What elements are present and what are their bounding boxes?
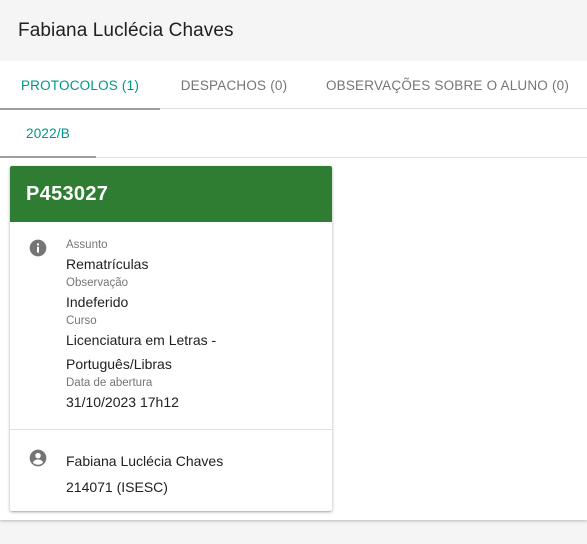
student-name-title: Fabiana Luclécia Chaves — [18, 19, 234, 41]
account-circle-icon — [29, 449, 47, 467]
field-label-curso: Curso — [66, 315, 97, 327]
tab-semester-2022b[interactable]: 2022/B — [0, 109, 96, 158]
field-label-data-abertura: Data de abertura — [66, 377, 153, 389]
field-label-observacao: Observação — [66, 277, 129, 289]
field-label-assunto: Assunto — [66, 239, 108, 251]
protocol-list: P453027 Assunto Rematrículas Observação … — [0, 158, 587, 520]
field-value-curso: Licenciatura em Letras - Português/Libra… — [66, 332, 217, 372]
requester-fields: Fabiana Luclécia Chaves 214071 (ISESC) — [66, 448, 223, 500]
requester-id: 214071 (ISESC) — [66, 479, 168, 495]
field-value-assunto: Rematrículas — [66, 256, 149, 272]
panel-header: Fabiana Luclécia Chaves — [0, 0, 587, 61]
protocol-card-header: P453027 — [10, 166, 332, 222]
requester-name: Fabiana Luclécia Chaves — [66, 453, 224, 469]
info-circle-icon — [29, 239, 47, 257]
protocol-details: Assunto Rematrículas Observação Indeferi… — [10, 222, 332, 430]
protocol-requester: Fabiana Luclécia Chaves 214071 (ISESC) — [10, 430, 332, 500]
tab-observacoes[interactable]: OBSERVAÇÕES SOBRE O ALUNO (0) — [308, 61, 587, 109]
protocol-card: P453027 Assunto Rematrículas Observação … — [10, 166, 332, 511]
semester-tab-bar: 2022/B — [0, 109, 587, 158]
tab-bar: PROTOCOLOS (1) DESPACHOS (0) OBSERVAÇÕES… — [0, 61, 587, 110]
tab-despachos[interactable]: DESPACHOS (0) — [160, 61, 308, 109]
field-value-observacao: Indeferido — [66, 294, 129, 310]
protocol-number: P453027 — [26, 182, 109, 205]
field-value-data-abertura: 31/10/2023 17h12 — [66, 394, 179, 410]
tab-protocolos[interactable]: PROTOCOLOS (1) — [0, 61, 160, 110]
protocol-fields: Assunto Rematrículas Observação Indeferi… — [66, 238, 256, 429]
student-panel: Fabiana Luclécia Chaves PROTOCOLOS (1) D… — [0, 0, 587, 520]
